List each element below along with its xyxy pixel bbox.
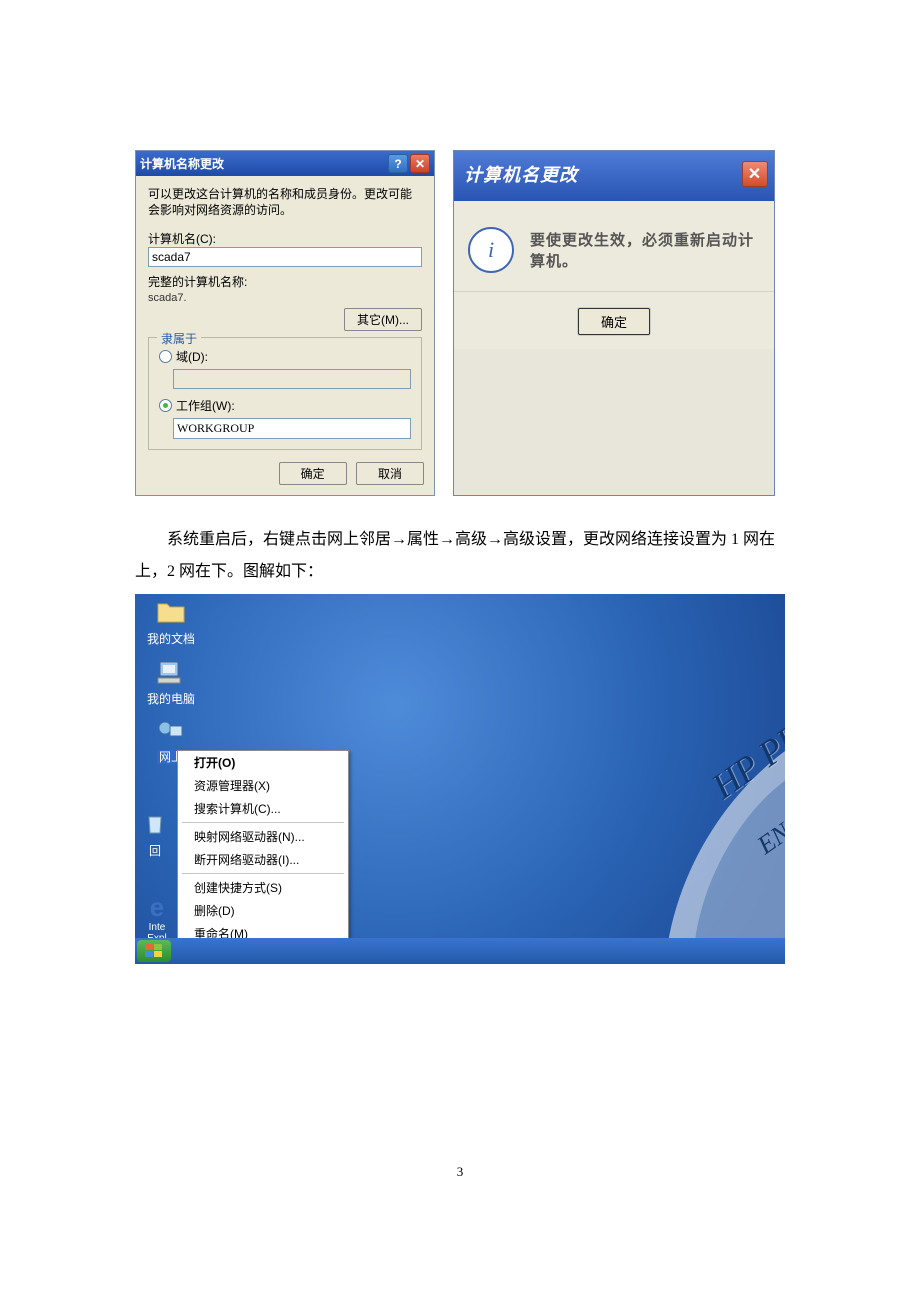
menu-shortcut[interactable]: 创建快捷方式(S) xyxy=(178,876,348,899)
member-legend: 隶属于 xyxy=(157,330,201,347)
help-icon[interactable]: ? xyxy=(388,154,408,173)
close-icon[interactable]: ✕ xyxy=(742,161,768,187)
full-name-label: 完整的计算机名称: xyxy=(148,273,422,290)
start-icon xyxy=(145,944,163,958)
workgroup-radio[interactable] xyxy=(159,399,172,412)
context-menu: 打开(O) 资源管理器(X) 搜索计算机(C)... 映射网络驱动器(N)...… xyxy=(177,750,349,964)
msg-titlebar: 计算机名更改 ✕ xyxy=(454,151,774,201)
desktop-screenshot: 我的文档 我的电脑 网上 回 e Inte Expl 打开(O) xyxy=(135,594,785,964)
browser-icon: e xyxy=(141,894,173,920)
computer-name-input[interactable] xyxy=(148,247,422,267)
menu-explorer[interactable]: 资源管理器(X) xyxy=(178,774,348,797)
taskbar[interactable] xyxy=(135,938,785,964)
msg-title: 计算机名更改 xyxy=(464,161,742,187)
domain-radio[interactable] xyxy=(159,350,172,363)
member-of-group: 隶属于 域(D): 工作组(W): xyxy=(148,337,422,450)
ie-icon[interactable]: e Inte Expl xyxy=(141,894,173,944)
menu-search[interactable]: 搜索计算机(C)... xyxy=(178,797,348,820)
ok-button[interactable]: 确定 xyxy=(279,462,347,485)
workgroup-label: 工作组(W): xyxy=(176,397,235,414)
info-icon: i xyxy=(468,227,514,273)
domain-label: 域(D): xyxy=(176,348,208,365)
restart-required-dialog: 计算机名更改 ✕ i 要使更改生效，必须重新启动计算机。 确定 xyxy=(453,150,775,496)
menu-delete[interactable]: 删除(D) xyxy=(178,899,348,922)
dialog-title: 计算机名称更改 xyxy=(140,155,386,172)
recycle-bin-label: 回 xyxy=(149,844,161,858)
instruction-text: 系统重启后，右键点击网上邻居→属性→高级→高级设置，更改网络连接设置为 1 网在… xyxy=(135,524,785,588)
computer-name-change-dialog: 计算机名称更改 ? ✕ 可以更改这台计算机的名称和成员身份。更改可能会影响对网络… xyxy=(135,150,435,496)
recycle-bin-icon[interactable]: 回 xyxy=(141,812,169,859)
msg-text: 要使更改生效，必须重新启动计算机。 xyxy=(530,229,760,271)
my-documents-label: 我的文档 xyxy=(147,632,195,646)
menu-separator xyxy=(182,822,344,823)
computer-name-label: 计算机名(C): xyxy=(148,230,422,247)
computer-icon xyxy=(141,660,201,688)
domain-input xyxy=(173,369,411,389)
menu-separator xyxy=(182,873,344,874)
recycle-icon xyxy=(141,812,169,840)
title-bar: 计算机名称更改 ? ✕ xyxy=(136,151,434,176)
my-computer-icon[interactable]: 我的电脑 xyxy=(141,660,201,707)
menu-disconnect-drive[interactable]: 断开网络驱动器(I)... xyxy=(178,848,348,871)
network-icon xyxy=(141,720,201,746)
folder-icon xyxy=(141,600,201,628)
msg-ok-button[interactable]: 确定 xyxy=(578,308,650,335)
more-button[interactable]: 其它(M)... xyxy=(344,308,422,331)
start-button[interactable] xyxy=(137,940,171,962)
my-documents-icon[interactable]: 我的文档 xyxy=(141,600,201,647)
menu-open[interactable]: 打开(O) xyxy=(178,751,348,774)
full-name-value: scada7. xyxy=(148,292,422,304)
workgroup-input[interactable] xyxy=(173,418,411,439)
page-number: 3 xyxy=(135,1164,785,1180)
cancel-button[interactable]: 取消 xyxy=(356,462,424,485)
close-icon[interactable]: ✕ xyxy=(410,154,430,173)
menu-map-drive[interactable]: 映射网络驱动器(N)... xyxy=(178,825,348,848)
dialog-description: 可以更改这台计算机的名称和成员身份。更改可能会影响对网络资源的访问。 xyxy=(148,186,422,218)
my-computer-label: 我的电脑 xyxy=(147,692,195,706)
